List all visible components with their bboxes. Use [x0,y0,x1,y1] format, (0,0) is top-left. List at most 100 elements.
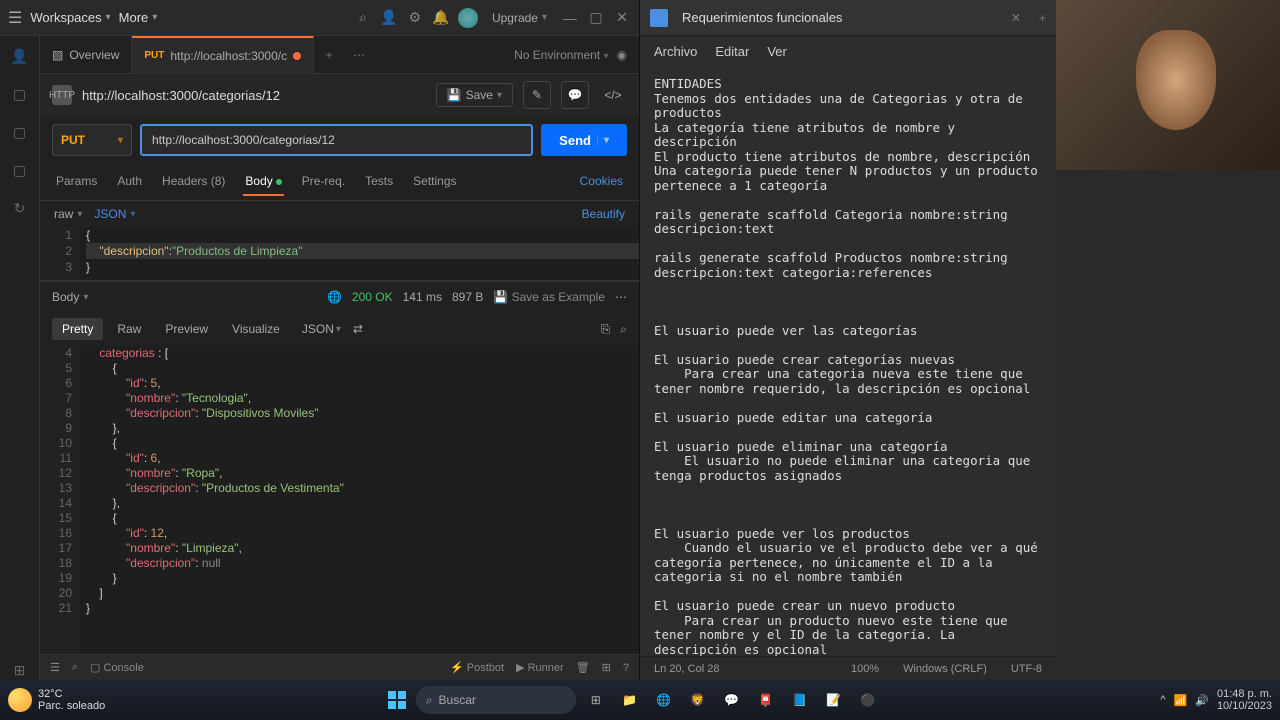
more-sidebar-icon[interactable]: ⊞ [10,660,30,680]
maximize-icon[interactable]: ▢ [587,9,605,27]
runner-button[interactable]: ▶ Runner [516,661,564,674]
webcam-overlay [1056,0,1280,170]
environment-dropdown[interactable]: No Environment ▾ [514,48,608,62]
tray-chevron-icon[interactable]: ^ [1160,694,1165,706]
menu-view[interactable]: Ver [767,44,787,59]
resp-format-dropdown[interactable]: JSON ▾ [302,322,341,336]
body-format-dropdown[interactable]: JSON ▾ [94,207,135,221]
subtab-tests[interactable]: Tests [363,168,395,196]
env-quicklook-icon[interactable]: ◉ [617,48,627,62]
close-tab-icon[interactable]: ✕ [1011,11,1021,25]
weather-widget[interactable]: 32°C Parc. soleado [8,688,105,712]
request-subtabs: Params Auth Headers (8) Body Pre-req. Te… [40,164,639,201]
url-input[interactable]: http://localhost:3000/categorias/12 [140,124,533,156]
save-example-button[interactable]: 💾 Save as Example [493,290,605,304]
notepad-icon[interactable]: 📝 [820,686,848,714]
edit-icon[interactable]: ✎ [523,81,551,109]
minimize-icon[interactable]: — [561,9,579,27]
notifications-icon[interactable]: 🔔 [432,9,450,27]
apis-icon[interactable]: ▢ [10,84,30,104]
tabs-more-icon[interactable]: ⋯ [344,36,374,73]
postman-window: ☰ Workspaces ▾ More ▾ ⌕ 👤 ⚙ 🔔 Upgrade ▾ … [0,0,640,680]
volume-icon[interactable]: 🔊 [1195,694,1209,707]
taskbar-search[interactable]: ⌕ Buscar [416,686,576,714]
subtab-auth[interactable]: Auth [115,168,144,196]
sync-icon[interactable] [458,8,478,28]
sidebar-toggle-icon[interactable]: ☰ [50,661,60,674]
tab-overview[interactable]: ▧ Overview [40,36,132,73]
encoding: UTF-8 [1011,663,1042,675]
obs-icon[interactable]: ⚫ [854,686,882,714]
vscode-icon[interactable]: 📘 [786,686,814,714]
copy-icon[interactable]: ⎘ [601,322,611,337]
postman-titlebar: ☰ Workspaces ▾ More ▾ ⌕ 👤 ⚙ 🔔 Upgrade ▾ … [0,0,639,36]
save-button[interactable]: 💾 Save ▾ [436,83,513,107]
menu-edit[interactable]: Editar [715,44,749,59]
postman-icon[interactable]: 📮 [752,686,780,714]
trash-icon[interactable]: 🗑 [576,661,590,674]
document-icon [650,9,668,27]
notepad-content[interactable]: ENTIDADES Tenemos dos entidades una de C… [640,67,1056,656]
console-button[interactable]: ▢ Console [90,661,144,674]
new-tab-icon[interactable]: + [1039,11,1046,25]
code-icon[interactable]: </> [599,81,627,109]
subtab-prereq[interactable]: Pre-req. [300,168,347,196]
tab-active-request[interactable]: PUT http://localhost:3000/c [132,36,314,73]
subtab-settings[interactable]: Settings [411,168,458,196]
new-tab-button[interactable]: + [314,36,344,73]
brave-icon[interactable]: 🦁 [684,686,712,714]
history-icon[interactable]: ↻ [10,198,30,218]
resp-tab-preview[interactable]: Preview [155,318,218,340]
response-size: 897 B [452,290,483,304]
weather-desc: Parc. soleado [38,700,105,712]
resp-tab-pretty[interactable]: Pretty [52,318,103,340]
settings-icon[interactable]: ⚙ [406,9,424,27]
taskview-icon[interactable]: ⊞ [582,686,610,714]
help-icon[interactable]: ? [623,662,629,674]
body-type-dropdown[interactable]: raw ▾ [54,207,82,221]
wifi-icon[interactable]: 📶 [1174,694,1188,707]
resp-tab-raw[interactable]: Raw [107,318,151,340]
postbot-button[interactable]: ⚡ Postbot [450,661,504,674]
response-body-dropdown[interactable]: Body ▾ [52,290,88,304]
collections-icon[interactable]: 👤 [10,46,30,66]
menu-file[interactable]: Archivo [654,44,697,59]
invite-icon[interactable]: 👤 [380,9,398,27]
subtab-params[interactable]: Params [54,168,99,196]
search-icon[interactable]: ⌕ [354,9,372,27]
beautify-button[interactable]: Beautify [582,207,625,221]
more-dropdown[interactable]: More ▾ [119,10,158,25]
workspaces-dropdown[interactable]: Workspaces ▾ [30,10,110,25]
resp-tab-visualize[interactable]: Visualize [222,318,290,340]
response-body[interactable]: 456789101112131415161718192021 categoria… [40,346,639,654]
subtab-body[interactable]: Body [243,168,283,196]
edge-icon[interactable]: 🌐 [650,686,678,714]
find-icon[interactable]: ⌕ [72,661,78,674]
more-response-icon[interactable]: ⋯ [615,290,627,304]
notepad-statusbar: Ln 20, Col 28 100% Windows (CRLF) UTF-8 [640,656,1056,680]
explorer-icon[interactable]: 📁 [616,686,644,714]
close-icon[interactable]: ✕ [613,9,631,27]
request-body-editor[interactable]: 123 { "descripcion":"Productos de Limpie… [40,227,639,281]
whatsapp-icon[interactable]: 💬 [718,686,746,714]
http-icon: HTTP [52,85,72,105]
layout-icon[interactable]: ⊞ [602,661,611,674]
system-tray[interactable]: ^ 📶 🔊 01:48 p. m. 10/10/2023 [1160,688,1272,712]
send-button[interactable]: Send▾ [541,124,627,156]
environments-icon[interactable]: ▢ [10,122,30,142]
upgrade-button[interactable]: Upgrade ▾ [486,9,553,27]
subtab-headers[interactable]: Headers (8) [160,168,227,196]
overview-icon: ▧ [52,48,63,62]
notepad-title: Requerimientos funcionales [682,10,842,25]
mock-icon[interactable]: ▢ [10,160,30,180]
comments-icon[interactable]: 💬 [561,81,589,109]
clock[interactable]: 01:48 p. m. 10/10/2023 [1217,688,1272,712]
search-response-icon[interactable]: ⌕ [620,322,627,337]
wrap-icon[interactable]: ⇄ [353,322,363,336]
menu-icon[interactable]: ☰ [8,8,22,28]
cookies-link[interactable]: Cookies [578,168,625,196]
start-button[interactable] [384,687,410,713]
globe-icon[interactable]: 🌐 [327,290,342,304]
status-code: 200 OK [352,290,393,304]
method-dropdown[interactable]: PUT▾ [52,124,132,156]
